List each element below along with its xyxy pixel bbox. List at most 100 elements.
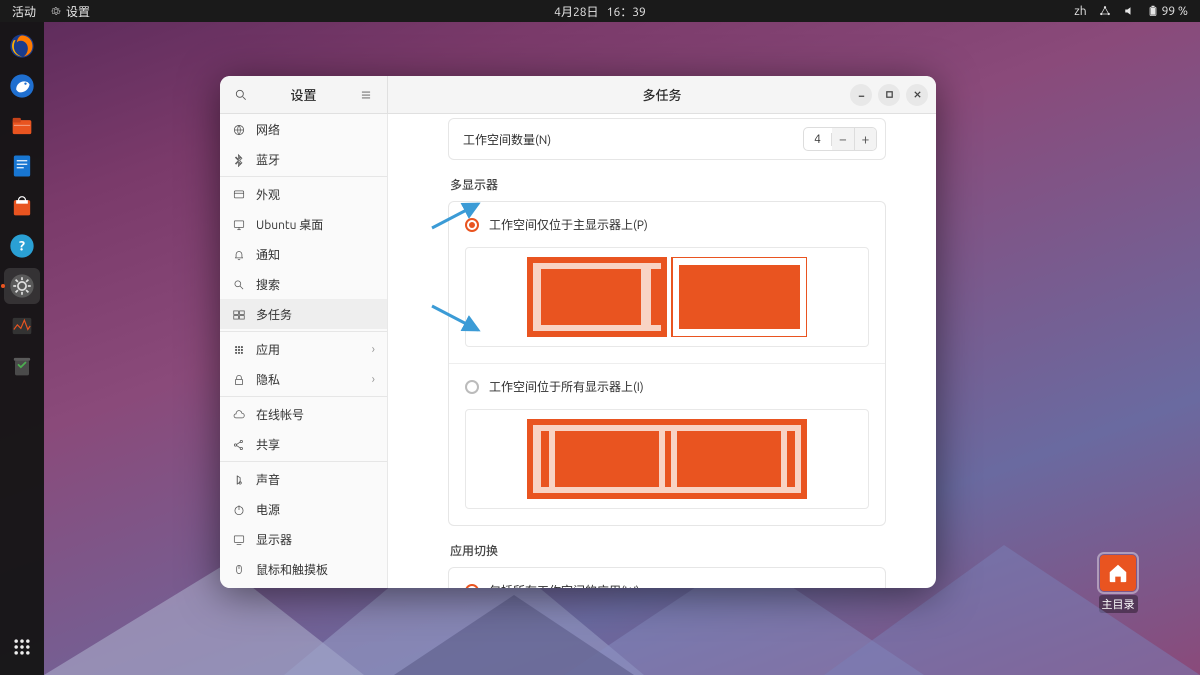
- appearance-icon: [232, 188, 246, 202]
- settings-window: 设置 多任务 网络 蓝牙: [220, 76, 936, 588]
- globe-icon: [232, 123, 246, 137]
- search-button[interactable]: [230, 84, 252, 106]
- shopping-bag-icon: [8, 192, 36, 220]
- search-icon: [232, 278, 246, 292]
- running-indicator: [1, 284, 5, 288]
- chevron-right-icon: ›: [372, 343, 375, 356]
- battery-icon: [1147, 5, 1159, 17]
- sidebar-item-sound[interactable]: 声音: [220, 464, 387, 494]
- power-icon: [232, 503, 246, 517]
- titlebar: 设置 多任务: [220, 76, 936, 114]
- dock-system-monitor[interactable]: [4, 308, 40, 344]
- sidebar-item-sharing[interactable]: 共享: [220, 429, 387, 459]
- bluetooth-icon: [232, 153, 246, 167]
- display-icon: [232, 533, 246, 547]
- volume-icon: [1123, 5, 1135, 17]
- close-icon: [913, 90, 922, 99]
- date-label: 4月28日: [554, 6, 598, 19]
- maximize-button[interactable]: [878, 84, 900, 106]
- sidebar-item-network[interactable]: 网络: [220, 114, 387, 144]
- sidebar-item-search[interactable]: 搜索: [220, 269, 387, 299]
- desktop-icon: [232, 218, 246, 232]
- monitor-icon: [8, 312, 36, 340]
- workspace-count-row: 工作空间数量(N) 4 − +: [448, 118, 886, 160]
- radio-label: 包括所有工作空间的应用(W): [489, 582, 640, 588]
- gear-icon: [50, 5, 62, 17]
- sidebar-item-bluetooth[interactable]: 蓝牙: [220, 144, 387, 174]
- sidebar-item-label: 搜索: [256, 276, 280, 293]
- grid-icon: [8, 633, 36, 661]
- dock: ?: [0, 22, 44, 675]
- sidebar-item-label: 外观: [256, 186, 280, 203]
- workspace-count-value: 4: [804, 133, 832, 146]
- settings-content[interactable]: 工作空间数量(N) 4 − + 多显示器 工作空间仅位于主显示器上(P): [388, 114, 936, 588]
- sidebar-item-online-accounts[interactable]: 在线帐号: [220, 399, 387, 429]
- workspace-count-stepper[interactable]: 4 − +: [803, 127, 877, 151]
- svg-text:?: ?: [19, 238, 25, 254]
- dock-firefox[interactable]: [4, 28, 40, 64]
- annotation-arrow: [428, 198, 484, 232]
- dock-help[interactable]: ?: [4, 228, 40, 264]
- radio-apps-all-workspaces[interactable]: 包括所有工作空间的应用(W): [449, 568, 885, 588]
- battery-indicator: 99 %: [1147, 5, 1188, 18]
- minimize-button[interactable]: [850, 84, 872, 106]
- lock-icon: [232, 373, 246, 387]
- system-status-area[interactable]: zh 99 %: [1074, 5, 1200, 18]
- illustration-all: [449, 409, 885, 525]
- firefox-icon: [8, 32, 36, 60]
- workspaces-all-illustration: [527, 419, 807, 499]
- dock-thunderbird[interactable]: [4, 68, 40, 104]
- sidebar-item-notifications[interactable]: 通知: [220, 239, 387, 269]
- sidebar-item-label: 蓝牙: [256, 151, 280, 168]
- help-icon: ?: [8, 232, 36, 260]
- panel-title: 多任务: [642, 85, 681, 104]
- close-button[interactable]: [906, 84, 928, 106]
- trash-icon: [8, 352, 36, 380]
- sidebar-item-mouse-touchpad[interactable]: 鼠标和触摸板: [220, 554, 387, 584]
- sidebar-item-ubuntu-desktop[interactable]: Ubuntu 桌面: [220, 209, 387, 239]
- sidebar-item-label: 共享: [256, 436, 280, 453]
- sidebar-item-label: 鼠标和触摸板: [256, 561, 328, 578]
- sidebar-item-displays[interactable]: 显示器: [220, 524, 387, 554]
- cloud-icon: [232, 408, 246, 422]
- hamburger-button[interactable]: [355, 84, 377, 106]
- app-menu[interactable]: 设置: [50, 3, 90, 20]
- sidebar-item-appearance[interactable]: 外观: [220, 179, 387, 209]
- sidebar-item-label: 电源: [256, 501, 280, 518]
- mouse-icon: [232, 563, 246, 577]
- sidebar-item-multitasking[interactable]: 多任务: [220, 299, 387, 329]
- clock[interactable]: 4月28日 16：39: [554, 3, 646, 20]
- sidebar-item-label: 显示器: [256, 531, 292, 548]
- dock-software[interactable]: [4, 188, 40, 224]
- minimize-icon: [857, 90, 866, 99]
- thunderbird-icon: [8, 72, 36, 100]
- app-switch-group: 包括所有工作空间的应用(W) 仅包括当前工作空间中的应用(C): [448, 567, 886, 588]
- sidebar-item-label: 应用: [256, 341, 280, 358]
- stepper-plus[interactable]: +: [854, 127, 876, 151]
- radio-workspaces-all[interactable]: 工作空间位于所有显示器上(I): [449, 364, 885, 409]
- settings-sidebar[interactable]: 网络 蓝牙 外观 Ubuntu 桌面 通知 搜索: [220, 114, 388, 588]
- radio-icon: [465, 380, 479, 394]
- dock-libreoffice-writer[interactable]: [4, 148, 40, 184]
- radio-label: 工作空间仅位于主显示器上(P): [489, 216, 648, 233]
- sidebar-title: 设置: [260, 85, 347, 104]
- sound-icon: [232, 473, 246, 487]
- activities-button[interactable]: 活动: [12, 3, 36, 20]
- multitask-icon: [232, 308, 246, 322]
- sidebar-item-privacy[interactable]: 隐私 ›: [220, 364, 387, 394]
- sidebar-item-label: 声音: [256, 471, 280, 488]
- menu-icon: [359, 88, 373, 102]
- stepper-minus[interactable]: −: [832, 127, 854, 151]
- workspace-count-label: 工作空间数量(N): [463, 131, 803, 148]
- dock-settings[interactable]: [4, 268, 40, 304]
- files-icon: [8, 112, 36, 140]
- dock-files[interactable]: [4, 108, 40, 144]
- sidebar-item-applications[interactable]: 应用 ›: [220, 334, 387, 364]
- sidebar-item-label: 多任务: [256, 306, 292, 323]
- dock-show-apps[interactable]: [4, 629, 40, 665]
- dock-trash[interactable]: [4, 348, 40, 384]
- radio-label: 工作空间位于所有显示器上(I): [489, 378, 644, 395]
- sidebar-item-power[interactable]: 电源: [220, 494, 387, 524]
- radio-workspaces-primary[interactable]: 工作空间仅位于主显示器上(P): [449, 202, 885, 247]
- input-method-indicator[interactable]: zh: [1074, 5, 1086, 18]
